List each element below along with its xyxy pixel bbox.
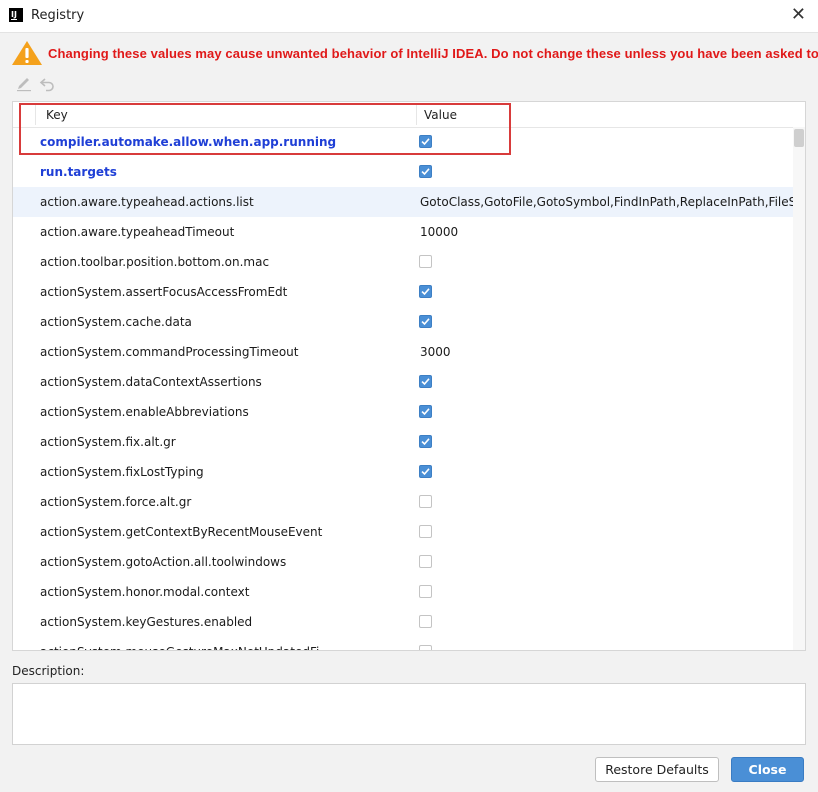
row-key: actionSystem.commandProcessingTimeout	[40, 345, 299, 359]
table-row[interactable]: actionSystem.mouseGestureMaxNotUpdatedFi	[13, 637, 794, 650]
table-row[interactable]: actionSystem.gotoAction.all.toolwindows	[13, 547, 794, 577]
table-body: compiler.automake.allow.when.app.running…	[13, 127, 794, 650]
value-checkbox[interactable]	[419, 315, 432, 328]
row-key: actionSystem.honor.modal.context	[40, 585, 250, 599]
table-row[interactable]: actionSystem.keyGestures.enabled	[13, 607, 794, 637]
row-key: action.aware.typeahead.actions.list	[40, 195, 254, 209]
value-checkbox[interactable]	[419, 555, 432, 568]
row-key: compiler.automake.allow.when.app.running	[40, 135, 337, 149]
column-header-value[interactable]: Value	[424, 102, 457, 127]
value-checkbox[interactable]	[419, 165, 432, 178]
registry-toolbar	[14, 74, 74, 94]
table-row[interactable]: actionSystem.enableAbbreviations	[13, 397, 794, 427]
value-checkbox[interactable]	[419, 405, 432, 418]
row-key: action.toolbar.position.bottom.on.mac	[40, 255, 270, 269]
title-bar: IJ Registry ✕	[0, 0, 818, 33]
value-checkbox[interactable]	[419, 585, 432, 598]
table-header: Key Value	[13, 102, 805, 128]
edit-button[interactable]	[14, 74, 34, 94]
intellij-logo-icon: IJ	[9, 8, 23, 22]
column-separator	[35, 104, 36, 125]
row-key: actionSystem.getContextByRecentMouseEven…	[40, 525, 323, 539]
table-row[interactable]: actionSystem.dataContextAssertions	[13, 367, 794, 397]
row-key: actionSystem.assertFocusAccessFromEdt	[40, 285, 288, 299]
row-key: actionSystem.gotoAction.all.toolwindows	[40, 555, 287, 569]
pencil-icon	[17, 78, 31, 92]
row-key: run.targets	[40, 165, 117, 179]
description-area	[12, 683, 806, 745]
row-key: actionSystem.fixLostTyping	[40, 465, 204, 479]
restore-defaults-button[interactable]: Restore Defaults	[595, 757, 719, 782]
value-checkbox[interactable]	[419, 435, 432, 448]
row-value[interactable]: 3000	[420, 337, 794, 367]
table-row[interactable]: actionSystem.fixLostTyping	[13, 457, 794, 487]
value-checkbox[interactable]	[419, 525, 432, 538]
table-row[interactable]: actionSystem.commandProcessingTimeout 300…	[13, 337, 794, 367]
table-row[interactable]: action.aware.typeaheadTimeout 10000	[13, 217, 794, 247]
scrollbar-thumb[interactable]	[794, 129, 804, 147]
row-key: action.aware.typeaheadTimeout	[40, 225, 235, 239]
value-checkbox[interactable]	[419, 135, 432, 148]
warning-text: Changing these values may cause unwanted…	[48, 46, 818, 61]
close-window-icon[interactable]: ✕	[791, 5, 806, 25]
value-checkbox[interactable]	[419, 375, 432, 388]
table-row[interactable]: actionSystem.getContextByRecentMouseEven…	[13, 517, 794, 547]
value-checkbox[interactable]	[419, 285, 432, 298]
table-row[interactable]: action.toolbar.position.bottom.on.mac	[13, 247, 794, 277]
value-checkbox[interactable]	[419, 645, 432, 650]
row-key: actionSystem.keyGestures.enabled	[40, 615, 253, 629]
table-row[interactable]: run.targets	[13, 157, 794, 187]
row-value[interactable]: GotoClass,GotoFile,GotoSymbol,FindInPath…	[420, 187, 794, 217]
value-checkbox[interactable]	[419, 495, 432, 508]
column-header-key[interactable]: Key	[46, 102, 68, 127]
table-row[interactable]: compiler.automake.allow.when.app.running	[13, 127, 794, 157]
row-key: actionSystem.fix.alt.gr	[40, 435, 176, 449]
registry-table: Key Value compiler.automake.allow.when.a…	[12, 101, 806, 651]
value-checkbox[interactable]	[419, 615, 432, 628]
column-separator[interactable]	[416, 104, 417, 125]
table-row[interactable]: actionSystem.honor.modal.context	[13, 577, 794, 607]
row-key: actionSystem.enableAbbreviations	[40, 405, 249, 419]
undo-icon	[39, 78, 54, 92]
row-value[interactable]: 10000	[420, 217, 794, 247]
table-row[interactable]: actionSystem.force.alt.gr	[13, 487, 794, 517]
window-title: Registry	[31, 8, 85, 23]
value-checkbox[interactable]	[419, 255, 432, 268]
revert-button[interactable]	[38, 74, 58, 94]
vertical-scrollbar[interactable]	[793, 127, 805, 650]
row-key: actionSystem.dataContextAssertions	[40, 375, 262, 389]
row-key: actionSystem.cache.data	[40, 315, 192, 329]
close-button[interactable]: Close	[731, 757, 804, 782]
table-row[interactable]: actionSystem.assertFocusAccessFromEdt	[13, 277, 794, 307]
warning-triangle-icon	[12, 41, 42, 65]
value-checkbox[interactable]	[419, 465, 432, 478]
table-row[interactable]: actionSystem.cache.data	[13, 307, 794, 337]
table-row[interactable]: action.aware.typeahead.actions.list GotoC…	[13, 187, 794, 217]
row-key: actionSystem.force.alt.gr	[40, 495, 192, 509]
description-label: Description:	[12, 664, 85, 678]
table-row[interactable]: actionSystem.fix.alt.gr	[13, 427, 794, 457]
row-key: actionSystem.mouseGestureMaxNotUpdatedFi	[40, 637, 319, 650]
warning-banner: Changing these values may cause unwanted…	[11, 40, 818, 66]
